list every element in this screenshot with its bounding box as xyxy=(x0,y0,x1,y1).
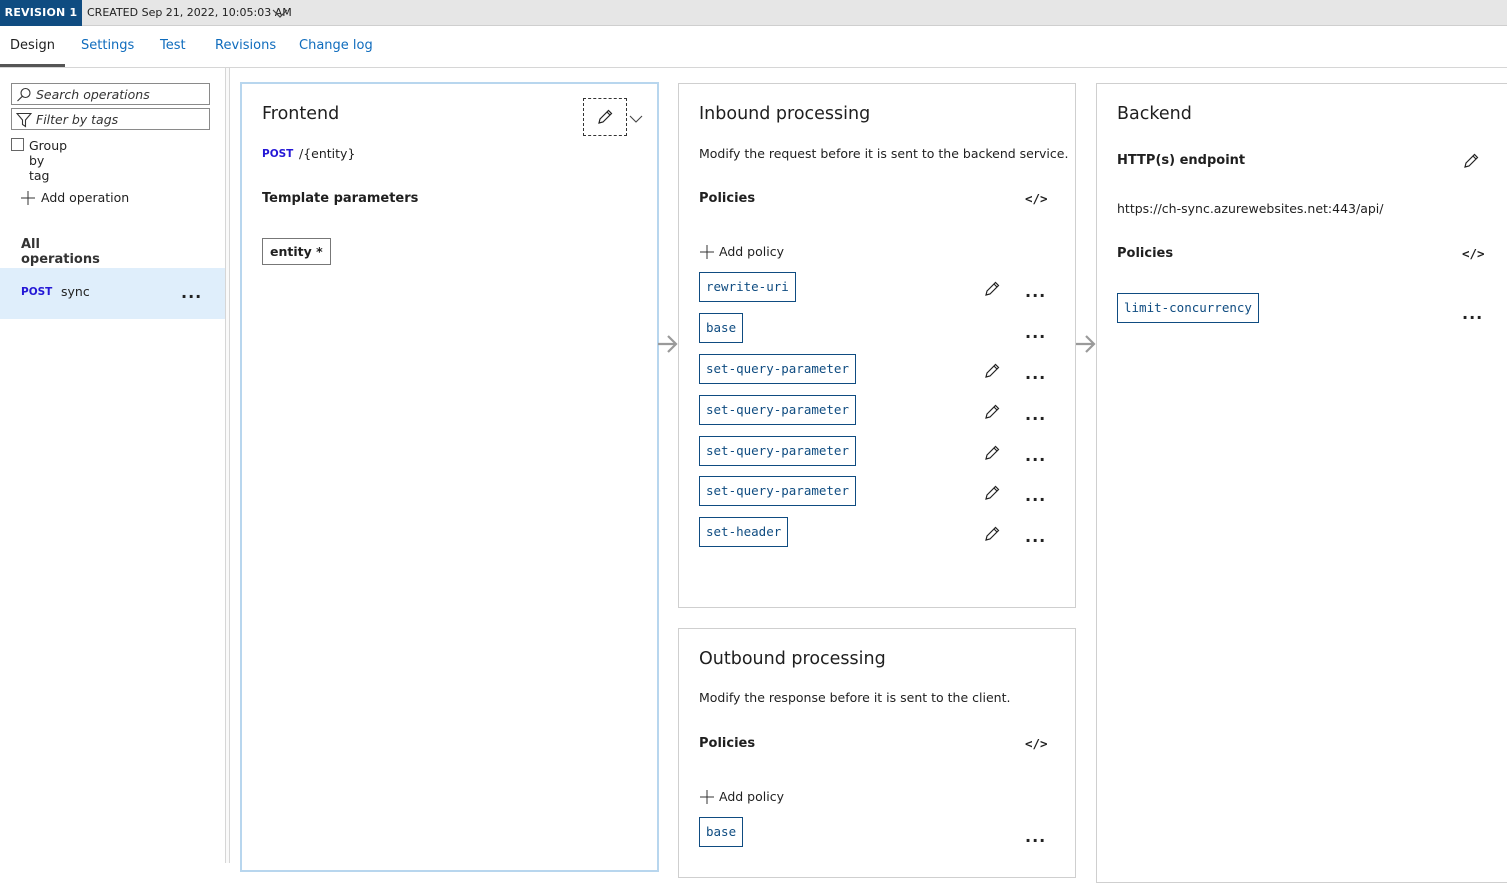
frontend-method: POST xyxy=(262,148,294,160)
revision-bar: REVISION 1 CREATED Sep 21, 2022, 10:05:0… xyxy=(0,0,1507,26)
filter-icon xyxy=(16,112,32,128)
pencil-icon[interactable] xyxy=(983,403,1001,421)
outbound-panel: Outbound processing Modify the response … xyxy=(678,628,1076,878)
plus-icon xyxy=(21,191,35,205)
template-parameters-label: Template parameters xyxy=(262,191,419,206)
chevron-down-icon[interactable] xyxy=(628,113,644,125)
backend-title: Backend xyxy=(1117,104,1192,124)
inbound-policy-set-query-parameter[interactable]: set-query-parameter xyxy=(699,354,856,384)
tab-design[interactable]: Design xyxy=(0,27,65,67)
operation-row[interactable]: POST sync ... xyxy=(0,268,225,319)
arrow-right-icon xyxy=(658,335,678,353)
inbound-title: Inbound processing xyxy=(699,104,871,124)
search-icon xyxy=(17,87,31,102)
tab-settings[interactable]: Settings xyxy=(81,27,134,67)
more-icon[interactable]: ... xyxy=(1025,529,1046,545)
add-operation-label: Add operation xyxy=(41,190,130,205)
group-by-tag-checkbox[interactable] xyxy=(11,138,24,151)
pencil-icon xyxy=(598,109,613,124)
operation-name: sync xyxy=(61,284,90,299)
more-icon[interactable]: ... xyxy=(1025,284,1046,300)
tab-test[interactable]: Test xyxy=(160,27,186,67)
filter-tags-box[interactable] xyxy=(11,108,210,130)
group-by-tag-label: Group by tag xyxy=(29,138,68,183)
more-icon[interactable]: ... xyxy=(1025,448,1046,464)
template-param-chip[interactable]: entity * xyxy=(262,238,331,265)
edit-frontend-button[interactable] xyxy=(583,98,627,136)
inbound-policy-set-query-parameter[interactable]: set-query-parameter xyxy=(699,476,856,506)
filter-tags-input[interactable] xyxy=(36,111,206,127)
outbound-policies-label: Policies xyxy=(699,736,756,751)
pencil-icon[interactable] xyxy=(983,280,1001,298)
more-icon[interactable]: ... xyxy=(1025,407,1046,423)
more-icon[interactable]: ... xyxy=(181,285,202,301)
code-view-icon[interactable]: </> xyxy=(1025,191,1048,206)
revision-badge: REVISION 1 xyxy=(0,0,82,26)
chevron-down-icon[interactable] xyxy=(271,6,289,20)
add-policy-label: Add policy xyxy=(719,244,784,259)
plus-icon xyxy=(700,790,714,804)
plus-icon xyxy=(700,245,714,259)
inbound-description: Modify the request before it is sent to … xyxy=(699,146,1069,161)
backend-panel: Backend HTTP(s) endpoint https://ch-sync… xyxy=(1096,83,1507,883)
outbound-policy-base[interactable]: base xyxy=(699,817,744,847)
pencil-icon[interactable] xyxy=(983,484,1001,502)
backend-policies-label: Policies xyxy=(1117,246,1174,261)
outbound-description: Modify the response before it is sent to… xyxy=(699,690,1011,705)
inbound-policy-set-header[interactable]: set-header xyxy=(699,517,789,547)
http-endpoint-label: HTTP(s) endpoint xyxy=(1117,153,1246,168)
arrow-right-icon xyxy=(1076,335,1096,353)
tab-bar: Design Settings Test Revisions Change lo… xyxy=(0,27,1507,68)
inbound-policy-set-query-parameter[interactable]: set-query-parameter xyxy=(699,436,856,466)
code-view-icon[interactable]: </> xyxy=(1025,736,1048,751)
frontend-panel: Frontend POST /{entity} Template paramet… xyxy=(240,82,659,872)
search-operations-input[interactable] xyxy=(36,86,206,102)
frontend-path: /{entity} xyxy=(299,146,356,161)
inbound-policy-base[interactable]: base xyxy=(699,313,744,343)
inbound-panel: Inbound processing Modify the request be… xyxy=(678,83,1076,608)
more-icon[interactable]: ... xyxy=(1025,829,1046,845)
pane-splitter[interactable] xyxy=(226,68,230,863)
more-icon[interactable]: ... xyxy=(1025,325,1046,341)
pencil-icon[interactable] xyxy=(983,444,1001,462)
frontend-title: Frontend xyxy=(262,104,340,124)
operation-method: POST xyxy=(21,286,53,298)
tab-revisions[interactable]: Revisions xyxy=(215,27,276,67)
operations-sidebar: Group by tag Add operation All operation… xyxy=(0,68,226,863)
pencil-icon[interactable] xyxy=(1462,152,1480,170)
pencil-icon[interactable] xyxy=(983,362,1001,380)
revision-created-text: CREATED Sep 21, 2022, 10:05:03 AM xyxy=(87,6,292,19)
tab-change-log[interactable]: Change log xyxy=(299,27,373,67)
search-operations-box[interactable] xyxy=(11,83,210,105)
inbound-policy-set-query-parameter[interactable]: set-query-parameter xyxy=(699,395,856,425)
more-icon[interactable]: ... xyxy=(1025,366,1046,382)
all-operations-item[interactable]: All operations xyxy=(21,237,100,267)
backend-policy-limit-concurrency[interactable]: limit-concurrency xyxy=(1117,293,1259,323)
backend-endpoint-url: https://ch-sync.azurewebsites.net:443/ap… xyxy=(1117,201,1384,216)
inbound-policy-rewrite-uri[interactable]: rewrite-uri xyxy=(699,272,796,302)
code-view-icon[interactable]: </> xyxy=(1462,246,1485,261)
outbound-title: Outbound processing xyxy=(699,649,886,669)
more-icon[interactable]: ... xyxy=(1462,306,1483,322)
inbound-policies-label: Policies xyxy=(699,191,756,206)
add-policy-label: Add policy xyxy=(719,789,784,804)
more-icon[interactable]: ... xyxy=(1025,488,1046,504)
pencil-icon[interactable] xyxy=(983,525,1001,543)
